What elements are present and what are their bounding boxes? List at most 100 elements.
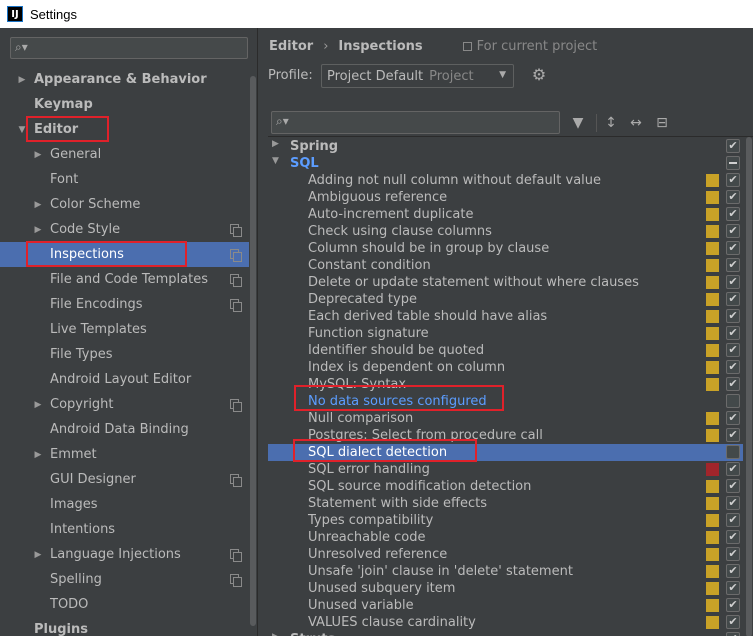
chevron-right-icon[interactable]: ▶ [272,139,279,149]
sidebar-item[interactable]: ▶ Language Injections [0,542,257,567]
sidebar-item[interactable]: TODO [0,592,257,617]
chevron-right-icon[interactable]: ▶ [32,550,44,560]
inspection-checkbox[interactable] [726,394,740,408]
inspection-checkbox[interactable]: ✔ [726,190,740,204]
inspection-row[interactable]: SQL error handling ✔ [268,461,743,478]
inspection-row[interactable]: Unused variable ✔ [268,597,743,614]
inspection-checkbox[interactable]: ✔ [726,139,740,153]
inspections-scrollbar-thumb[interactable] [746,137,752,636]
inspection-row[interactable]: Unused subquery item ✔ [268,580,743,597]
inspection-checkbox[interactable]: ✔ [726,547,740,561]
inspection-checkbox[interactable]: ✔ [726,496,740,510]
sidebar-item[interactable]: File and Code Templates [0,267,257,292]
inspection-checkbox[interactable]: ✔ [726,411,740,425]
inspection-checkbox[interactable]: ✔ [726,377,740,391]
chevron-right-icon[interactable]: ▶ [16,75,28,85]
inspection-row[interactable]: Postgres: Select from procedure call ✔ [268,427,743,444]
chevron-right-icon[interactable]: ▶ [32,200,44,210]
sidebar-item[interactable]: File Encodings [0,292,257,317]
inspection-row[interactable]: Ambiguous reference ✔ [268,189,743,206]
sidebar-item[interactable]: Plugins [0,617,257,636]
inspection-checkbox[interactable]: ✔ [726,326,740,340]
sidebar-item[interactable]: File Types [0,342,257,367]
inspection-checkbox[interactable]: ✔ [726,530,740,544]
sidebar-item[interactable]: ▶ Color Scheme [0,192,257,217]
inspection-row[interactable]: Check using clause columns ✔ [268,223,743,240]
sidebar-item[interactable]: ▶ Copyright [0,392,257,417]
inspection-checkbox[interactable]: ✔ [726,581,740,595]
sidebar-item[interactable]: Live Templates [0,317,257,342]
inspection-row[interactable]: SQL source modification detection ✔ [268,478,743,495]
inspection-checkbox[interactable]: ✔ [726,598,740,612]
chevron-down-icon[interactable]: ▼ [16,125,28,135]
inspection-row[interactable]: Adding not null column without default v… [268,172,743,189]
filter-icon[interactable]: ▼ [568,113,588,133]
sidebar-item[interactable]: ▶ Code Style [0,217,257,242]
inspection-checkbox[interactable]: ✔ [726,615,740,629]
sidebar-item[interactable]: Spelling [0,567,257,592]
inspections-scrollbar[interactable] [743,137,753,636]
inspection-row[interactable]: No data sources configured [268,393,743,410]
sidebar-item[interactable]: GUI Designer [0,467,257,492]
sidebar-item[interactable]: ▶ General [0,142,257,167]
chevron-down-icon[interactable]: ▼ [272,156,279,166]
gear-icon[interactable]: ⚙ [530,66,548,84]
inspection-row[interactable]: Unreachable code ✔ [268,529,743,546]
collapse-all-icon[interactable]: ↔ [626,113,646,133]
inspection-checkbox[interactable]: ✔ [726,258,740,272]
sidebar-item[interactable]: ▶ Appearance & Behavior [0,67,257,92]
inspection-row[interactable]: VALUES clause cardinality ✔ [268,614,743,631]
sidebar-item[interactable]: Inspections [0,242,257,267]
reset-icon[interactable]: ⊟ [652,113,672,133]
sidebar-item[interactable]: Images [0,492,257,517]
inspection-group-row[interactable]: ▼ SQL [268,155,743,172]
inspection-checkbox[interactable]: ✔ [726,479,740,493]
inspection-row[interactable]: Unresolved reference ✔ [268,546,743,563]
inspection-checkbox[interactable]: ✔ [726,224,740,238]
profile-dropdown[interactable]: Project Default Project ▼ [321,64,514,88]
sidebar-item[interactable]: Intentions [0,517,257,542]
inspection-checkbox[interactable]: ✔ [726,173,740,187]
sidebar-scrollbar-thumb[interactable] [250,76,256,626]
sidebar-item[interactable]: ▶ Emmet [0,442,257,467]
inspection-row[interactable]: Statement with side effects ✔ [268,495,743,512]
inspection-row[interactable]: Function signature ✔ [268,325,743,342]
inspection-row[interactable]: Identifier should be quoted ✔ [268,342,743,359]
inspection-row[interactable]: Delete or update statement without where… [268,274,743,291]
inspection-row[interactable]: Unsafe 'join' clause in 'delete' stateme… [268,563,743,580]
sidebar-item[interactable]: Keymap [0,92,257,117]
inspection-row[interactable]: MySQL: Syntax ✔ [268,376,743,393]
inspection-row[interactable]: Types compatibility ✔ [268,512,743,529]
inspection-checkbox[interactable]: ✔ [726,428,740,442]
inspection-checkbox[interactable]: ✔ [726,360,740,374]
chevron-right-icon[interactable]: ▶ [32,450,44,460]
inspection-group-row[interactable]: ▶ Struts ✔ [268,631,743,636]
chevron-right-icon[interactable]: ▶ [272,632,279,636]
inspection-checkbox[interactable]: ✔ [726,275,740,289]
sidebar-item[interactable]: ▼ Editor [0,117,257,142]
inspection-checkbox[interactable]: ✔ [726,632,740,636]
inspection-checkbox[interactable]: ✔ [726,564,740,578]
inspections-search-input[interactable]: ⌕▾ [271,111,560,134]
chevron-right-icon[interactable]: ▶ [32,150,44,160]
inspection-row[interactable]: Each derived table should have alias ✔ [268,308,743,325]
chevron-right-icon[interactable]: ▶ [32,225,44,235]
inspection-checkbox[interactable]: ✔ [726,309,740,323]
inspection-group-row[interactable]: ▶ Spring ✔ [268,138,743,155]
sidebar-item[interactable]: Android Data Binding [0,417,257,442]
expand-all-icon[interactable]: ↕ [601,113,621,133]
sidebar-item[interactable]: Font [0,167,257,192]
chevron-right-icon[interactable]: ▶ [32,400,44,410]
inspection-row[interactable]: SQL dialect detection [268,444,743,461]
sidebar-item[interactable]: Android Layout Editor [0,367,257,392]
sidebar-scrollbar[interactable] [249,76,257,636]
inspection-row[interactable]: Column should be in group by clause ✔ [268,240,743,257]
inspection-row[interactable]: Auto-increment duplicate ✔ [268,206,743,223]
settings-search-input[interactable]: ⌕▾ [10,37,248,59]
inspection-checkbox[interactable]: ✔ [726,343,740,357]
inspection-checkbox[interactable] [726,156,740,170]
inspection-checkbox[interactable]: ✔ [726,241,740,255]
inspection-row[interactable]: Deprecated type ✔ [268,291,743,308]
inspection-row[interactable]: Null comparison ✔ [268,410,743,427]
inspection-row[interactable]: Index is dependent on column ✔ [268,359,743,376]
